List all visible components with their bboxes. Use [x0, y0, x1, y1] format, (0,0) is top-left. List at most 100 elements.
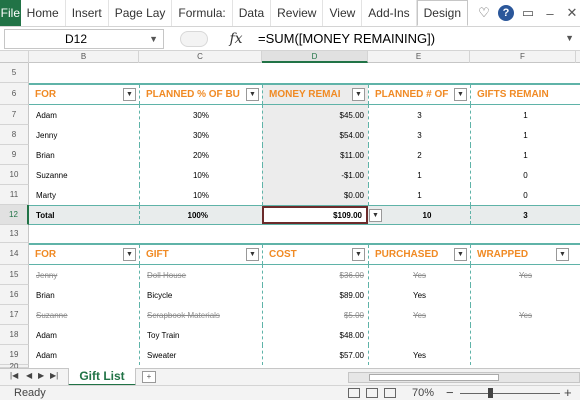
row-header-11[interactable]: 11: [0, 185, 29, 205]
cell-cost[interactable]: $57.00: [262, 345, 368, 365]
cell-cost[interactable]: $89.00: [262, 285, 368, 305]
cell-for[interactable]: Suzanne: [29, 165, 139, 185]
column-header-c[interactable]: C: [139, 51, 262, 63]
cell-money-remaining[interactable]: $11.00: [262, 145, 368, 165]
cell-money-remaining[interactable]: -$1.00: [262, 165, 368, 185]
row-header-12[interactable]: 12: [0, 205, 29, 225]
cell-total-pct[interactable]: 100%: [139, 206, 262, 224]
file-tab[interactable]: File: [0, 0, 21, 26]
table1-header-planned-pct[interactable]: PLANNED % OF BU: [139, 85, 262, 104]
row-header-10[interactable]: 10: [0, 165, 29, 185]
cell-gifts-remaining[interactable]: 0: [470, 165, 580, 185]
cell-total-gifts-remaining[interactable]: 3: [470, 206, 580, 224]
row-header-6[interactable]: 6: [0, 83, 29, 105]
cell-for[interactable]: Suzanne: [29, 305, 139, 325]
formula-bar-handle[interactable]: [180, 31, 208, 47]
filter-dropdown-icon[interactable]: ▼: [454, 88, 467, 101]
row-header-5[interactable]: 5: [0, 63, 29, 83]
tab-design[interactable]: Design: [416, 0, 468, 26]
cell-purchased[interactable]: [368, 325, 470, 345]
cell-total-label[interactable]: Total: [29, 206, 139, 224]
restore-icon[interactable]: ▭: [520, 5, 536, 21]
cell-for[interactable]: Adam: [29, 105, 139, 125]
row-header-16[interactable]: 16: [0, 285, 29, 305]
cell-gift[interactable]: Bicycle: [139, 285, 262, 305]
name-box[interactable]: D12 ▼: [4, 29, 164, 49]
horizontal-scrollbar[interactable]: [348, 372, 580, 383]
cell-wrapped[interactable]: [470, 285, 580, 305]
cell-gifts-remaining[interactable]: 1: [470, 125, 580, 145]
cell-gift[interactable]: Sweater: [139, 345, 262, 365]
filter-dropdown-icon[interactable]: ▼: [246, 88, 259, 101]
zoom-slider-thumb[interactable]: [488, 388, 493, 398]
minimize-icon[interactable]: –: [542, 6, 558, 21]
cell-purchased[interactable]: Yes: [368, 345, 470, 365]
cell-planned-num[interactable]: 3: [368, 125, 470, 145]
cell-money-remaining[interactable]: $0.00: [262, 185, 368, 205]
tab-view[interactable]: View: [323, 0, 363, 26]
cell-planned-num[interactable]: 1: [368, 185, 470, 205]
filter-dropdown-icon[interactable]: ▼: [352, 248, 365, 261]
cell-total-planned-num[interactable]: 10: [384, 206, 470, 224]
filter-dropdown-icon[interactable]: ▼: [123, 248, 136, 261]
filter-dropdown-icon[interactable]: ▼: [123, 88, 136, 101]
prev-sheet-icon[interactable]: ◀: [26, 371, 32, 380]
cell-for[interactable]: Brian: [29, 285, 139, 305]
heart-icon[interactable]: ♡: [476, 5, 492, 21]
column-header-f[interactable]: F: [470, 51, 576, 63]
insert-function-button[interactable]: fx: [222, 29, 250, 49]
cell-cost[interactable]: $48.00: [262, 325, 368, 345]
tab-home[interactable]: Home: [21, 0, 66, 26]
cell-money-remaining[interactable]: $45.00: [262, 105, 368, 125]
zoom-slider[interactable]: [460, 393, 560, 394]
cell-wrapped[interactable]: Yes: [470, 305, 580, 325]
column-header-e[interactable]: E: [368, 51, 470, 63]
table1-header-gifts-remaining[interactable]: GIFTS REMAIN: [470, 85, 580, 104]
tab-insert[interactable]: Insert: [66, 0, 109, 26]
cell-wrapped[interactable]: Yes: [470, 265, 580, 285]
sheet-tab-gift-list[interactable]: Gift List: [68, 368, 136, 386]
cell-money-remaining[interactable]: $54.00: [262, 125, 368, 145]
cell-for[interactable]: Jenny: [29, 265, 139, 285]
cell-gift[interactable]: Doll House: [139, 265, 262, 285]
last-sheet-icon[interactable]: ▶|: [50, 371, 58, 380]
cell-planned-pct[interactable]: 30%: [139, 105, 262, 125]
column-header-b[interactable]: B: [29, 51, 139, 63]
next-sheet-icon[interactable]: ▶: [38, 371, 44, 380]
cell-for[interactable]: Adam: [29, 345, 139, 365]
filter-dropdown-icon[interactable]: ▼: [352, 88, 365, 101]
column-header-d[interactable]: D: [262, 51, 368, 63]
tab-formulas[interactable]: Formula:: [172, 0, 233, 26]
cell-planned-num[interactable]: 3: [368, 105, 470, 125]
cell-wrapped[interactable]: [470, 345, 580, 365]
new-sheet-icon[interactable]: +: [142, 371, 156, 383]
row-header-7[interactable]: 7: [0, 105, 29, 125]
cell-planned-num[interactable]: 1: [368, 165, 470, 185]
total-dropdown-icon[interactable]: ▼: [369, 209, 382, 222]
row-header-18[interactable]: 18: [0, 325, 29, 345]
filter-dropdown-icon[interactable]: ▼: [454, 248, 467, 261]
cell-planned-pct[interactable]: 10%: [139, 165, 262, 185]
cell-cost[interactable]: $5.00: [262, 305, 368, 325]
active-cell-d12[interactable]: $109.00: [262, 206, 368, 224]
table2-header-gift[interactable]: GIFT: [139, 245, 262, 264]
tab-data[interactable]: Data: [233, 0, 272, 26]
chevron-down-icon[interactable]: ▼: [149, 30, 158, 48]
row-header-14[interactable]: 14: [0, 243, 29, 265]
cell-purchased[interactable]: Yes: [368, 305, 470, 325]
row-header-8[interactable]: 8: [0, 125, 29, 145]
cell-gift[interactable]: Scrapbook Materials: [139, 305, 262, 325]
scrollbar-thumb[interactable]: [369, 374, 499, 381]
tab-review[interactable]: Review: [271, 0, 324, 26]
cell-gifts-remaining[interactable]: 1: [470, 145, 580, 165]
page-layout-view-icon[interactable]: [366, 388, 378, 398]
formula-input[interactable]: =SUM([MONEY REMAINING]): [258, 31, 435, 46]
cell-planned-num[interactable]: 2: [368, 145, 470, 165]
cell-planned-pct[interactable]: 10%: [139, 185, 262, 205]
cell-gift[interactable]: Toy Train: [139, 325, 262, 345]
select-all-corner[interactable]: [0, 51, 29, 63]
page-break-view-icon[interactable]: [384, 388, 396, 398]
cell-for[interactable]: Marty: [29, 185, 139, 205]
cell-purchased[interactable]: Yes: [368, 265, 470, 285]
cell-planned-pct[interactable]: 30%: [139, 125, 262, 145]
